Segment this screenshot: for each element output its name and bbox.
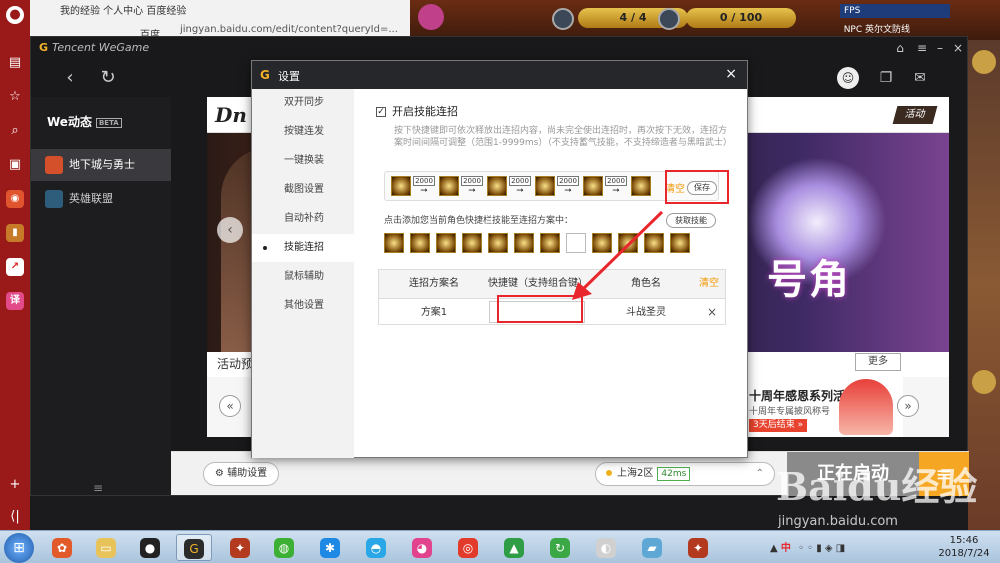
taskbar-app[interactable]: ◕ bbox=[404, 534, 440, 561]
dnf-icon: ✦ bbox=[230, 537, 250, 558]
clock-date: 2018/7/24 bbox=[938, 548, 990, 559]
taskbar-app[interactable]: ✱ bbox=[312, 534, 348, 561]
taskbar-app[interactable]: ◓ bbox=[358, 534, 394, 561]
annotation-arrow-line bbox=[578, 210, 664, 294]
windows-taskbar: ⊞ ✿ ▭ ● G ✦ ◍ ✱ ◓ ◕ ◎ ▲ ↻ ◐ ▰ ✦ ▲ 中 ◦ ◦ … bbox=[0, 530, 1000, 563]
qq-icon: ● bbox=[140, 537, 160, 558]
app-icon: ◐ bbox=[596, 537, 616, 558]
taskbar-app[interactable]: ▲ bbox=[496, 534, 532, 561]
wechat-icon: ◍ bbox=[274, 537, 294, 558]
taskbar-app[interactable]: ✦ bbox=[680, 534, 716, 561]
watermark-url: jingyan.baidu.com bbox=[778, 514, 898, 529]
tray-arrow-icon[interactable]: ▲ bbox=[770, 543, 778, 554]
taskbar-app[interactable]: ● bbox=[132, 534, 168, 561]
taskbar-app[interactable]: ▭ bbox=[88, 534, 124, 561]
system-clock[interactable]: 15:46 2018/7/24 bbox=[934, 534, 994, 560]
taskbar-app[interactable]: ✿ bbox=[44, 534, 80, 561]
watermark-logo: Baidu经验 bbox=[776, 464, 978, 509]
taskbar-app[interactable]: ▰ bbox=[634, 534, 670, 561]
tray-icons[interactable]: ◦ ◦ ▮ ◈ ◨ bbox=[798, 543, 845, 554]
taskbar-app[interactable]: ◍ bbox=[266, 534, 302, 561]
ime-indicator[interactable]: 中 bbox=[781, 543, 791, 554]
system-tray: ▲ 中 ◦ ◦ ▮ ◈ ◨ bbox=[770, 539, 845, 554]
app-icon: ▰ bbox=[642, 537, 662, 558]
wegame-icon: G bbox=[184, 538, 204, 559]
dnf-icon: ✦ bbox=[688, 537, 708, 558]
app-icon: ✱ bbox=[320, 537, 340, 558]
taskbar-app[interactable]: ↻ bbox=[542, 534, 578, 561]
browser-icon: ◓ bbox=[366, 537, 386, 558]
taskbar-app[interactable]: ◐ bbox=[588, 534, 624, 561]
taskbar-app[interactable]: ◎ bbox=[450, 534, 486, 561]
refresh-app-icon: ↻ bbox=[550, 537, 570, 558]
netease-icon: ◎ bbox=[458, 537, 478, 558]
app-icon: ▲ bbox=[504, 537, 524, 558]
folder-icon: ▭ bbox=[96, 537, 116, 558]
app-icon: ✿ bbox=[52, 537, 72, 558]
clock-time: 15:46 bbox=[949, 535, 979, 546]
taskbar-app[interactable]: ✦ bbox=[222, 534, 258, 561]
start-button[interactable]: ⊞ bbox=[4, 533, 34, 563]
taskbar-app-wegame[interactable]: G bbox=[176, 534, 212, 561]
app-icon: ◕ bbox=[412, 537, 432, 558]
baidu-watermark: Baidu经验 jingyan.baidu.com bbox=[768, 448, 977, 538]
